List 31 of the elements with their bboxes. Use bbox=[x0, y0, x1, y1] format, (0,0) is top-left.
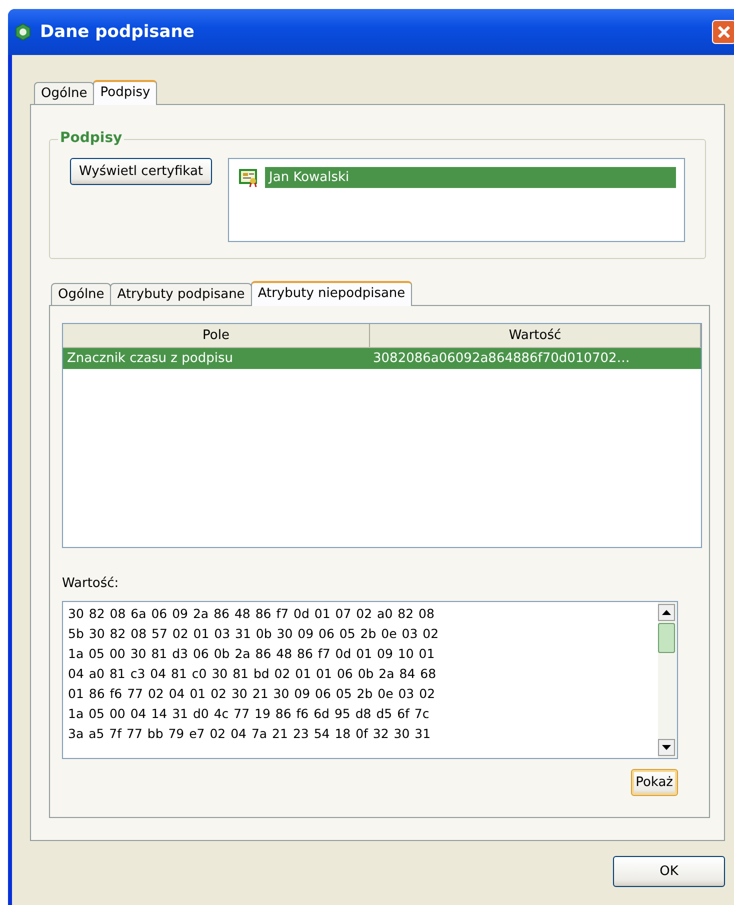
hex-line: 1a 05 00 04 14 31 d0 4c 77 19 86 f6 6d 95 d8 d5 6f 7c bbox=[68, 706, 430, 723]
app-icon bbox=[14, 23, 32, 41]
table-row[interactable]: Znacznik czasu z podpisu 3082086a06092a864886f70d010702… bbox=[63, 348, 701, 369]
scroll-up-icon[interactable] bbox=[658, 604, 675, 621]
hex-line: 04 a0 81 c3 04 81 c0 30 81 bd 02 01 01 06 0b 2a 84 68 bbox=[68, 666, 438, 683]
tab[interactable]: Ogólne bbox=[34, 82, 94, 104]
hex-line: 1a 05 00 30 81 d3 06 0b 2a 86 48 86 f7 0d 01 09 10 01 bbox=[68, 646, 436, 663]
scrollbar[interactable] bbox=[658, 602, 677, 758]
tab[interactable]: Ogólne bbox=[51, 283, 112, 305]
close-icon[interactable] bbox=[712, 20, 734, 44]
scroll-down-icon[interactable] bbox=[658, 739, 675, 756]
scroll-thumb[interactable] bbox=[658, 623, 675, 653]
hex-line: 5b 30 82 08 57 02 01 03 31 0b 30 09 06 05 2b 0e 03 02 bbox=[68, 626, 440, 643]
value-text-area[interactable] bbox=[62, 601, 678, 759]
window-title: Dane podpisane bbox=[40, 22, 194, 42]
hex-line: 30 82 08 6a 06 09 2a 86 48 86 f7 0d 01 07 02 a0 82 08 bbox=[68, 606, 436, 623]
signer-item[interactable]: Jan Kowalski bbox=[265, 167, 676, 188]
hex-line: 3a a5 7f 77 bb 79 e7 02 04 7a 21 23 54 18 0f 32 30 31 bbox=[68, 726, 432, 743]
ok-button[interactable]: OK bbox=[613, 856, 725, 887]
certificate-icon bbox=[239, 168, 260, 188]
table-cell-text: Znacznik czasu z podpisu bbox=[66, 350, 234, 368]
tab[interactable]: Atrybuty niepodpisane bbox=[250, 281, 412, 306]
group-title: Podpisy bbox=[58, 130, 124, 146]
table-cell-text: 3082086a06092a864886f70d010702… bbox=[372, 350, 631, 368]
value-label: Wartość: bbox=[62, 576, 120, 591]
hex-line: 01 86 f6 77 02 04 01 02 30 21 30 09 06 05 2b 0e 03 02 bbox=[68, 686, 436, 703]
view-certificate-button[interactable]: Wyświetl certyfikat bbox=[70, 158, 212, 185]
show-button[interactable]: Pokaż bbox=[630, 769, 678, 796]
column-header[interactable]: Wartość bbox=[370, 324, 701, 347]
column-header[interactable]: Pole bbox=[63, 324, 370, 347]
tab[interactable]: Podpisy bbox=[93, 80, 158, 105]
